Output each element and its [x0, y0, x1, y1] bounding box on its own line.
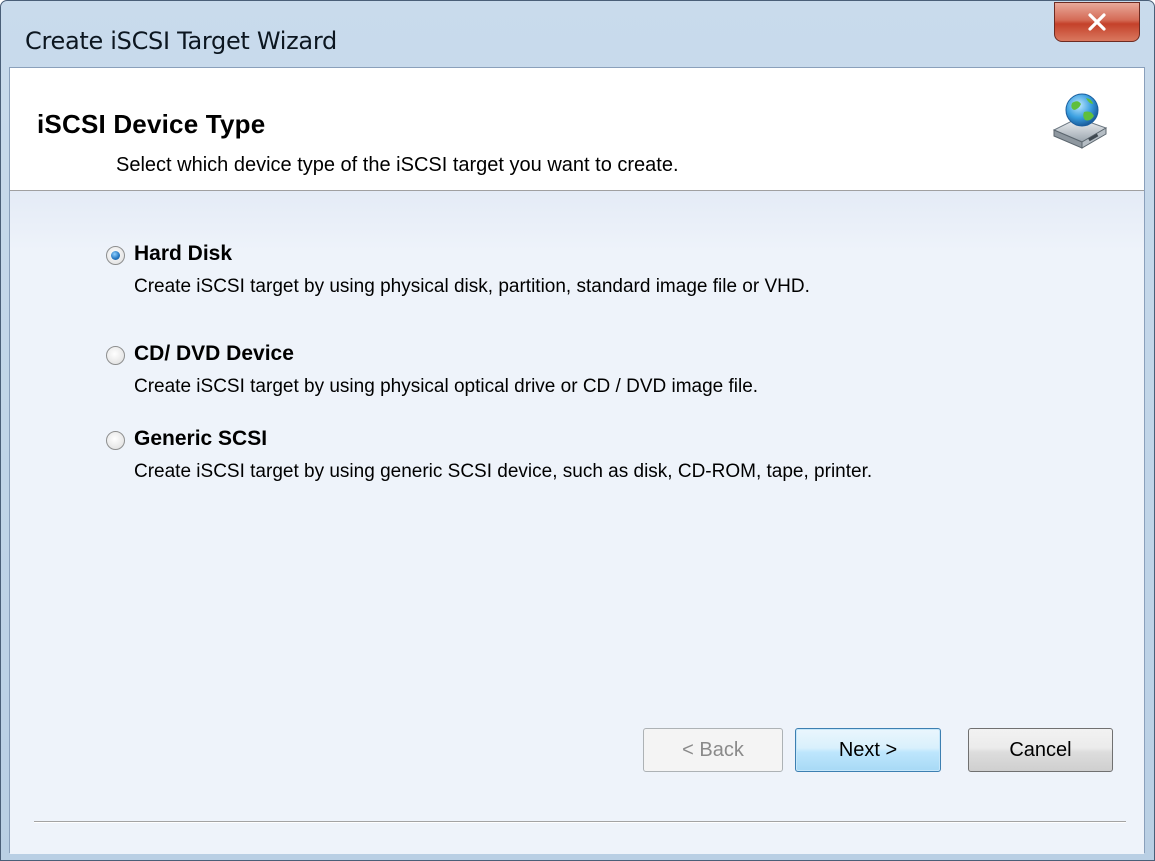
option-label[interactable]: Hard Disk [134, 242, 232, 266]
footer-divider [34, 821, 1126, 823]
network-disk-icon [1048, 90, 1112, 154]
title-bar[interactable]: Create iSCSI Target Wizard [1, 1, 1154, 67]
cancel-button[interactable]: Cancel [968, 728, 1113, 772]
back-button[interactable]: < Back [643, 728, 783, 772]
option-label[interactable]: Generic SCSI [134, 427, 267, 451]
hard-disk-radio[interactable] [106, 246, 125, 265]
page-title: iSCSI Device Type [37, 109, 266, 139]
generic-scsi-radio[interactable] [106, 431, 125, 450]
next-button[interactable]: Next > [795, 728, 941, 772]
wizard-window: Create iSCSI Target Wizard iSCSI Device … [0, 0, 1155, 861]
option-description: Create iSCSI target by using physical op… [134, 376, 759, 397]
wizard-header: iSCSI Device Type Select which device ty… [10, 68, 1144, 191]
cd-dvd-radio[interactable] [106, 346, 125, 365]
option-label[interactable]: CD/ DVD Device [134, 342, 294, 366]
window-title: Create iSCSI Target Wizard [25, 27, 337, 55]
option-description: Create iSCSI target by using physical di… [134, 276, 810, 297]
close-icon [1087, 13, 1107, 31]
option-description: Create iSCSI target by using generic SCS… [134, 461, 873, 482]
close-button[interactable] [1054, 2, 1140, 42]
page-subtitle: Select which device type of the iSCSI ta… [116, 154, 679, 176]
